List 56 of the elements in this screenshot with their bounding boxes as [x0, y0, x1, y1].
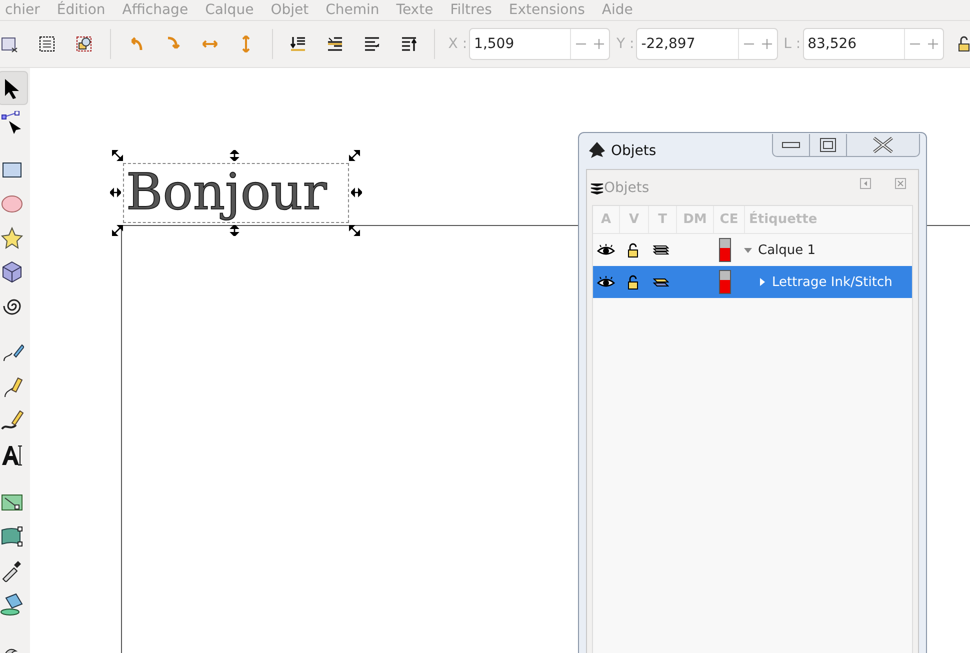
resize-handle-icon[interactable] — [351, 187, 362, 198]
field-label: Y : — [616, 36, 634, 52]
expanded-arrow-icon[interactable] — [744, 246, 752, 254]
collapsed-arrow-icon[interactable] — [758, 278, 766, 286]
resize-handle-icon[interactable] — [110, 187, 121, 198]
number-field[interactable]: 1,509 — [469, 28, 610, 60]
menu-item[interactable]: Objet — [262, 2, 318, 18]
resize-handle-icon[interactable] — [229, 225, 240, 236]
resize-handle-icon[interactable] — [112, 150, 123, 161]
app-logo-icon — [587, 141, 607, 161]
tree-row[interactable]: Calque 1 — [593, 234, 912, 266]
plus-icon[interactable] — [928, 39, 938, 49]
eye-icon[interactable] — [597, 276, 615, 288]
field-label: L : — [784, 36, 801, 52]
column-header[interactable]: DM — [677, 206, 714, 233]
resize-handle-icon[interactable] — [349, 225, 360, 236]
tree-item-label[interactable]: Lettrage Ink/Stitch — [772, 274, 892, 290]
column-header[interactable]: CE — [714, 206, 745, 233]
open-padlock-icon[interactable] — [627, 274, 639, 290]
highlight-color-swatch[interactable] — [719, 238, 731, 262]
open-padlock-icon[interactable] — [627, 242, 639, 258]
minimize-icon[interactable] — [782, 140, 800, 148]
window-title: Objets — [611, 143, 656, 159]
plus-icon[interactable] — [762, 39, 772, 49]
menu-item[interactable]: Aide — [594, 2, 642, 18]
number-field[interactable]: 83,526 — [802, 28, 944, 60]
menu-item[interactable]: Calque — [197, 2, 263, 18]
column-header[interactable]: A — [593, 206, 620, 233]
resize-handle-icon[interactable] — [229, 150, 240, 161]
menu-item[interactable]: Extensions — [500, 2, 594, 18]
eye-icon[interactable] — [597, 244, 615, 256]
tree-item-label[interactable]: Calque 1 — [758, 242, 816, 258]
column-header[interactable]: V — [620, 206, 649, 233]
plus-icon[interactable] — [594, 39, 604, 49]
layer-stack-icon — [652, 244, 668, 256]
column-header[interactable]: T — [649, 206, 677, 233]
padlock-icon[interactable] — [958, 36, 970, 52]
menu-item[interactable]: Édition — [48, 2, 114, 18]
resize-handle-icon[interactable] — [112, 225, 123, 236]
menu-item[interactable]: Affichage — [114, 2, 198, 18]
maximize-icon[interactable] — [820, 138, 836, 152]
menu-item[interactable]: Filtres — [442, 2, 501, 18]
close-icon[interactable] — [872, 136, 894, 152]
menu-item[interactable]: Chemin — [318, 2, 388, 18]
highlight-color-swatch[interactable] — [719, 270, 731, 294]
layers-icon — [590, 180, 604, 194]
number-field[interactable]: -22,897 — [636, 28, 778, 60]
selector-tool-icon[interactable] — [0, 71, 28, 105]
field-label: X : — [448, 36, 468, 52]
resize-handle-icon[interactable] — [349, 150, 360, 161]
column-header[interactable]: Étiquette — [745, 206, 912, 233]
tree-row[interactable]: Lettrage Ink/Stitch — [593, 266, 912, 298]
menu-item[interactable]: chier — [0, 2, 49, 18]
menu-item[interactable]: Texte — [388, 2, 442, 18]
panel-title: Objets — [604, 180, 650, 196]
group-icon — [652, 276, 668, 288]
